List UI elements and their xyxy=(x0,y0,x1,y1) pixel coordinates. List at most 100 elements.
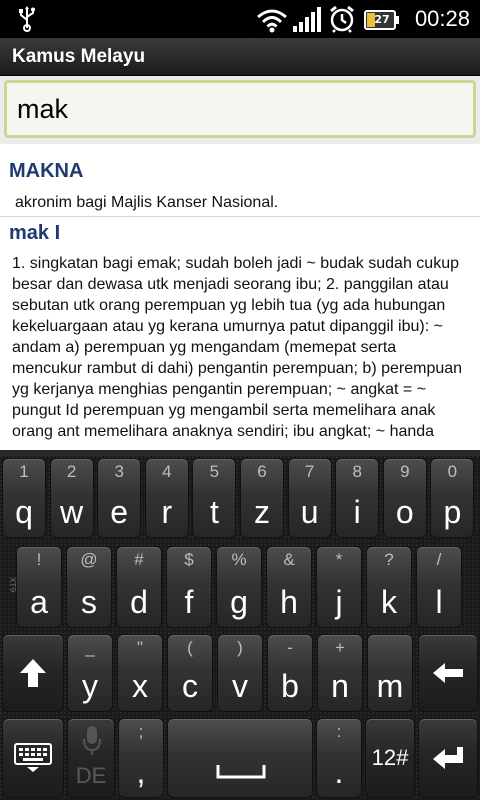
key-hint: ! xyxy=(36,550,42,569)
key-hint: : xyxy=(336,722,342,741)
search-bar: mak xyxy=(0,76,480,144)
key-a[interactable]: ! a xyxy=(16,546,62,628)
key-hint: ( xyxy=(187,638,193,657)
key-label: r xyxy=(161,494,173,530)
key-hint: * xyxy=(335,550,343,569)
microphone-icon xyxy=(83,726,101,755)
key-hint: - xyxy=(287,638,293,657)
key-hint: # xyxy=(134,550,144,569)
enter-key[interactable] xyxy=(418,718,478,798)
key-q[interactable]: 1q xyxy=(2,458,46,538)
battery-level: 27 xyxy=(374,13,390,26)
key-z[interactable]: 6z xyxy=(240,458,284,538)
key-hint: @ xyxy=(80,550,98,569)
key-label: m xyxy=(376,668,404,704)
keyboard-icon xyxy=(3,719,63,797)
shift-arrow-icon xyxy=(3,635,63,711)
key-label: h xyxy=(280,584,298,620)
key-d[interactable]: # d xyxy=(116,546,162,628)
key-label: q xyxy=(15,494,33,530)
key-hint: ) xyxy=(237,638,243,657)
key-n[interactable]: + n xyxy=(317,634,363,712)
key-v[interactable]: ) v xyxy=(217,634,263,712)
key-e[interactable]: 3e xyxy=(97,458,142,538)
key-label: z xyxy=(254,494,270,530)
app-title-bar: Kamus Melayu xyxy=(0,38,480,76)
key-hint: 5 xyxy=(209,462,220,481)
key-m[interactable]: m xyxy=(367,634,413,712)
key-hint: / xyxy=(436,550,442,569)
key-hint: " xyxy=(136,638,144,657)
key-r[interactable]: 4r xyxy=(144,458,189,538)
voice-input-key[interactable]: DE xyxy=(67,718,115,798)
key-w[interactable]: 2w xyxy=(49,458,94,538)
key-label: l xyxy=(435,584,443,620)
key-b[interactable]: -b xyxy=(267,634,313,712)
key-k[interactable]: ? k xyxy=(366,546,412,628)
key-label: f xyxy=(184,584,194,620)
key-label: . xyxy=(334,754,344,790)
numbers-key[interactable]: 12# xyxy=(365,718,415,798)
key-label: d xyxy=(130,584,148,620)
period-key[interactable]: :. xyxy=(316,718,362,798)
comma-key[interactable]: ;, xyxy=(118,718,164,798)
key-label: t xyxy=(209,494,219,530)
wifi-icon xyxy=(257,9,287,33)
search-input[interactable]: mak xyxy=(4,80,476,138)
key-label: g xyxy=(230,584,248,620)
key-i[interactable]: 8i xyxy=(335,458,380,538)
key-j[interactable]: * j xyxy=(316,546,362,628)
key-c[interactable]: (c xyxy=(167,634,213,712)
numbers-key-label: 12# xyxy=(371,745,409,770)
key-hint: 4 xyxy=(162,462,172,481)
key-s[interactable]: @ s xyxy=(66,546,112,628)
key-label: s xyxy=(81,584,97,620)
signal-icon xyxy=(293,7,321,32)
dictionary-content[interactable]: mak MAKNA akronim bagi Majlis Kanser Nas… xyxy=(0,76,480,450)
status-bar: 27 00:28 xyxy=(0,0,480,38)
key-hint: & xyxy=(283,550,295,569)
key-hint: 0 xyxy=(447,462,458,481)
entry-divider xyxy=(0,216,480,217)
keyboard-hide-key[interactable] xyxy=(2,718,64,798)
key-h[interactable]: & h xyxy=(266,546,312,628)
key-hint: _ xyxy=(85,638,95,657)
key-label: x xyxy=(132,668,148,704)
key-hint: 3 xyxy=(114,462,124,481)
key-x[interactable]: " x xyxy=(117,634,163,712)
key-p[interactable]: 0p xyxy=(430,458,475,538)
key-label: y xyxy=(82,668,98,704)
backspace-arrow-icon xyxy=(419,635,477,711)
key-g[interactable]: % g xyxy=(216,546,262,628)
key-label: b xyxy=(281,668,299,704)
entry-heading: mak I xyxy=(9,222,61,244)
space-key[interactable] xyxy=(167,718,313,798)
clock: 00:28 xyxy=(414,6,470,31)
key-label: a xyxy=(30,584,48,620)
key-label: p xyxy=(443,494,462,530)
usb-icon xyxy=(19,6,35,32)
key-hint: 6 xyxy=(257,462,267,481)
key-label: , xyxy=(136,754,146,790)
key-o[interactable]: 9o xyxy=(382,458,427,538)
key-f[interactable]: $ f xyxy=(166,546,212,628)
key-label: c xyxy=(182,668,198,704)
entry-definition: 1. singkatan bagi emak; sudah boleh jadi… xyxy=(12,255,463,440)
key-label: k xyxy=(381,584,397,620)
space-bar-icon xyxy=(216,765,266,779)
key-label: n xyxy=(331,668,349,704)
key-hint: 9 xyxy=(400,462,410,481)
key-l[interactable]: / l xyxy=(416,546,462,628)
key-label: w xyxy=(60,494,84,530)
key-y[interactable]: _ y xyxy=(67,634,113,712)
alarm-clock-icon xyxy=(330,5,354,33)
entry-heading: MAKNA xyxy=(9,160,84,182)
enter-arrow-icon xyxy=(419,719,477,797)
key-t[interactable]: 5t xyxy=(192,458,237,538)
shift-key[interactable] xyxy=(2,634,64,712)
key-hint: % xyxy=(231,550,247,569)
app-title: Kamus Melayu xyxy=(12,46,146,67)
key-hint: $ xyxy=(184,550,194,569)
key-u[interactable]: 7u xyxy=(287,458,332,538)
backspace-key[interactable] xyxy=(418,634,478,712)
